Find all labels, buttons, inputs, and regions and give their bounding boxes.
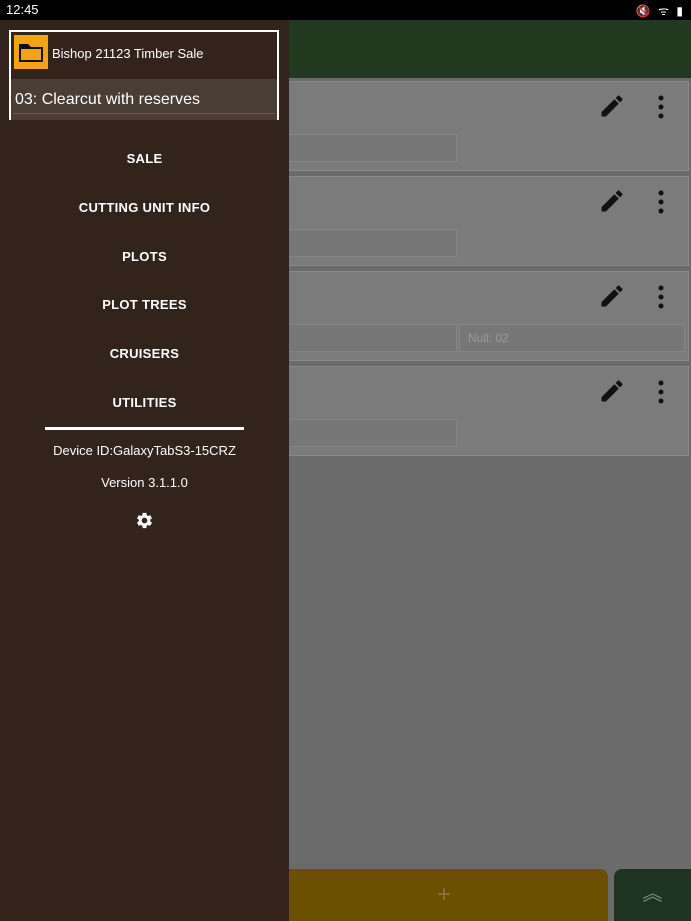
plot-card[interactable] <box>280 81 689 171</box>
plot-field[interactable] <box>281 324 457 352</box>
plot-field[interactable] <box>281 419 457 447</box>
more-vert-icon[interactable] <box>651 94 671 120</box>
nav-item-cutting-unit-info[interactable]: CUTTING UNIT INFO <box>0 200 289 215</box>
sale-selector[interactable]: Bishop 21123 Timber Sale <box>11 32 277 78</box>
plot-card[interactable] <box>280 176 689 266</box>
edit-icon[interactable] <box>598 92 626 120</box>
gear-icon[interactable] <box>135 511 154 530</box>
plot-card[interactable]: Null: 02 <box>280 271 689 361</box>
more-vert-icon[interactable] <box>651 284 671 310</box>
nav-item-plots[interactable]: PLOTS <box>0 249 289 264</box>
plot-field-null[interactable]: Null: 02 <box>459 324 685 352</box>
more-vert-icon[interactable] <box>651 189 671 215</box>
folder-icon <box>14 35 48 69</box>
add-plot-button[interactable]: + <box>280 869 608 921</box>
edit-icon[interactable] <box>598 187 626 215</box>
divider <box>45 427 244 430</box>
status-time: 12:45 <box>6 2 39 17</box>
edit-icon[interactable] <box>598 282 626 310</box>
sale-name: Bishop 21123 Timber Sale <box>52 46 204 61</box>
plot-field[interactable] <box>281 229 457 257</box>
nav-item-utilities[interactable]: UTILITIES <box>0 395 289 410</box>
edit-icon[interactable] <box>598 377 626 405</box>
status-bar: 12:45 🔇 ᯤ ▮ <box>0 0 691 20</box>
plot-card[interactable] <box>280 366 689 456</box>
nav-item-cruisers[interactable]: CRUISERS <box>0 346 289 361</box>
nav-item-sale[interactable]: SALE <box>0 151 289 166</box>
divider <box>13 113 275 114</box>
scroll-up-button[interactable]: ︽ <box>614 869 691 921</box>
nav-item-plot-trees[interactable]: PLOT TREES <box>0 297 289 312</box>
more-vert-icon[interactable] <box>651 379 671 405</box>
cutting-unit-selector[interactable]: 03: Clearcut with reserves <box>11 79 277 120</box>
drawer-header: Bishop 21123 Timber Sale 03: Clearcut wi… <box>9 30 279 120</box>
app-version: Version 3.1.1.0 <box>101 475 188 490</box>
navigation-drawer: Bishop 21123 Timber Sale 03: Clearcut wi… <box>0 20 289 921</box>
cutting-unit-name: 03: Clearcut with reserves <box>15 91 200 108</box>
plot-field[interactable] <box>281 134 457 162</box>
status-icons: 🔇 ᯤ ▮ <box>635 4 685 18</box>
device-id: Device ID:GalaxyTabS3-15CRZ <box>53 443 236 458</box>
